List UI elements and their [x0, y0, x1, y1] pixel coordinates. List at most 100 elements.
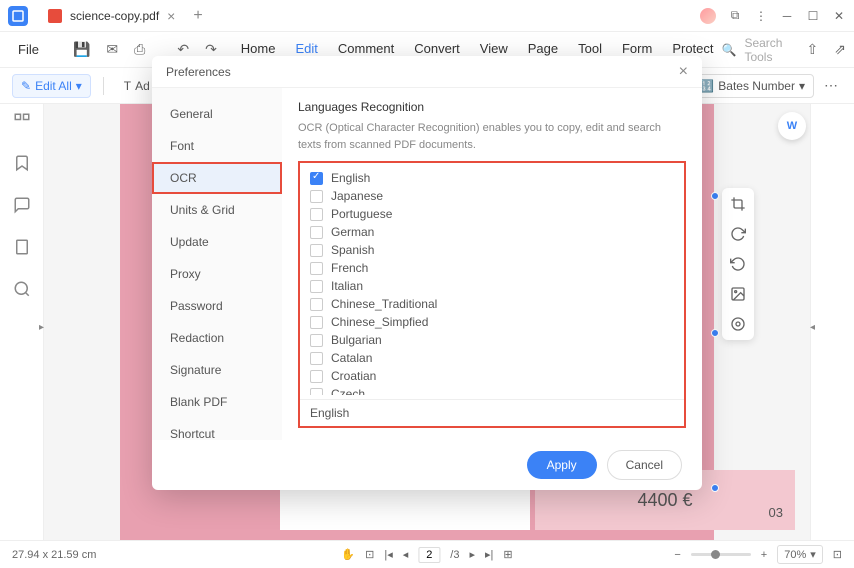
- pref-tab-proxy[interactable]: Proxy: [152, 258, 282, 290]
- dimensions-text: 27.94 x 21.59 cm: [12, 549, 96, 561]
- language-option[interactable]: Croatian: [310, 367, 674, 385]
- pref-tab-signature[interactable]: Signature: [152, 354, 282, 386]
- pref-tab-ocr[interactable]: OCR: [152, 162, 282, 194]
- zoom-slider[interactable]: [691, 553, 751, 556]
- checkbox[interactable]: [310, 226, 323, 239]
- checkbox[interactable]: [310, 262, 323, 275]
- pref-tab-font[interactable]: Font: [152, 130, 282, 162]
- language-label: Czech: [331, 387, 365, 395]
- selection-handle[interactable]: [711, 484, 719, 492]
- checkbox[interactable]: [310, 334, 323, 347]
- language-option[interactable]: Japanese: [310, 187, 674, 205]
- minimize-button[interactable]: ─: [780, 9, 794, 23]
- checkbox[interactable]: [310, 208, 323, 221]
- pref-tab-units---grid[interactable]: Units & Grid: [152, 194, 282, 226]
- share-icon[interactable]: ⇗: [830, 41, 850, 58]
- preferences-content: Languages Recognition OCR (Optical Chara…: [282, 88, 702, 440]
- checkbox[interactable]: [310, 298, 323, 311]
- pref-tab-update[interactable]: Update: [152, 226, 282, 258]
- image-icon[interactable]: [730, 286, 746, 302]
- print-icon[interactable]: ⎙: [130, 41, 149, 58]
- language-option[interactable]: Chinese_Traditional: [310, 295, 674, 313]
- user-avatar[interactable]: [700, 8, 716, 24]
- view-toggle-icon[interactable]: ⊞: [503, 548, 512, 561]
- language-option[interactable]: Italian: [310, 277, 674, 295]
- language-option[interactable]: Catalan: [310, 349, 674, 367]
- pref-tab-shortcut[interactable]: Shortcut: [152, 418, 282, 440]
- attachment-icon[interactable]: [13, 238, 31, 256]
- page-input[interactable]: [418, 547, 440, 563]
- open-external-icon[interactable]: ⧉: [728, 9, 742, 23]
- new-tab-button[interactable]: +: [193, 7, 202, 25]
- language-option[interactable]: German: [310, 223, 674, 241]
- language-option[interactable]: Bulgarian: [310, 331, 674, 349]
- maximize-button[interactable]: ☐: [806, 9, 820, 23]
- pref-tab-password[interactable]: Password: [152, 290, 282, 322]
- language-option[interactable]: Czech: [310, 385, 674, 395]
- file-menu[interactable]: File: [12, 42, 45, 57]
- selection-handle[interactable]: [711, 329, 719, 337]
- language-list[interactable]: EnglishJapanesePortugueseGermanSpanishFr…: [300, 169, 684, 395]
- fit-tool-icon[interactable]: ⊡: [365, 548, 374, 561]
- expand-right-icon[interactable]: ◂: [810, 322, 815, 333]
- dialog-title: Preferences: [166, 65, 231, 79]
- document-tab[interactable]: science-copy.pdf ×: [38, 4, 185, 28]
- right-sidebar: ◂: [810, 104, 854, 540]
- apply-button[interactable]: Apply: [527, 451, 597, 479]
- zoom-out-icon[interactable]: −: [674, 549, 680, 561]
- more-icon[interactable]: ⋯: [820, 77, 842, 94]
- preferences-dialog: Preferences × GeneralFontOCRUnits & Grid…: [152, 56, 702, 490]
- zoom-in-icon[interactable]: +: [761, 549, 767, 561]
- cancel-button[interactable]: Cancel: [607, 450, 682, 480]
- cloud-upload-icon[interactable]: ⇧: [802, 41, 822, 58]
- crop-icon[interactable]: [730, 196, 746, 212]
- tab-close-icon[interactable]: ×: [167, 8, 175, 24]
- language-option[interactable]: English: [310, 169, 674, 187]
- last-page-icon[interactable]: ▸|: [485, 548, 493, 561]
- search-panel-icon[interactable]: [13, 280, 31, 298]
- checkbox[interactable]: [310, 244, 323, 257]
- language-option[interactable]: Spanish: [310, 241, 674, 259]
- thumbnails-icon[interactable]: [13, 112, 31, 130]
- word-export-button[interactable]: W: [778, 112, 806, 140]
- expand-left-icon[interactable]: ▸: [39, 322, 44, 333]
- pref-tab-blank-pdf[interactable]: Blank PDF: [152, 386, 282, 418]
- checkbox[interactable]: [310, 280, 323, 293]
- pref-tab-redaction[interactable]: Redaction: [152, 322, 282, 354]
- page-total: /3: [450, 549, 459, 561]
- rotate-ccw-icon[interactable]: [730, 256, 746, 272]
- close-button[interactable]: ✕: [832, 9, 846, 23]
- language-option[interactable]: French: [310, 259, 674, 277]
- search-placeholder[interactable]: Search Tools: [744, 36, 782, 64]
- edit-all-button[interactable]: ✎ Edit All ▾: [12, 74, 91, 98]
- dialog-close-button[interactable]: ×: [679, 63, 688, 81]
- language-option[interactable]: Chinese_Simpfied: [310, 313, 674, 331]
- checkbox[interactable]: [310, 316, 323, 329]
- comment-icon[interactable]: [13, 196, 31, 214]
- checkbox[interactable]: [310, 172, 323, 185]
- save-icon[interactable]: 💾: [69, 41, 94, 58]
- bookmark-icon[interactable]: [13, 154, 31, 172]
- checkbox[interactable]: [310, 190, 323, 203]
- selection-handle[interactable]: [711, 192, 719, 200]
- fullscreen-icon[interactable]: ⊡: [833, 548, 842, 561]
- menu-dots-icon[interactable]: ⋮: [754, 9, 768, 23]
- first-page-icon[interactable]: |◂: [384, 548, 392, 561]
- search-icon: 🔍: [722, 43, 737, 57]
- checkbox[interactable]: [310, 388, 323, 396]
- checkbox[interactable]: [310, 352, 323, 365]
- prev-page-icon[interactable]: ◂: [403, 548, 409, 561]
- zoom-level-select[interactable]: 70% ▾: [777, 545, 823, 564]
- mail-icon[interactable]: ✉: [102, 41, 122, 58]
- language-label: Italian: [331, 279, 363, 293]
- rotate-cw-icon[interactable]: [730, 226, 746, 242]
- pref-tab-general[interactable]: General: [152, 98, 282, 130]
- settings-icon[interactable]: [730, 316, 746, 332]
- checkbox[interactable]: [310, 370, 323, 383]
- language-option[interactable]: Portuguese: [310, 205, 674, 223]
- next-page-icon[interactable]: ▸: [469, 548, 475, 561]
- language-label: Chinese_Simpfied: [331, 315, 428, 329]
- bates-number-button[interactable]: 🔢 Bates Number ▾: [690, 74, 814, 98]
- hand-tool-icon[interactable]: ✋: [341, 548, 355, 561]
- price-text: 4400 €: [637, 490, 692, 511]
